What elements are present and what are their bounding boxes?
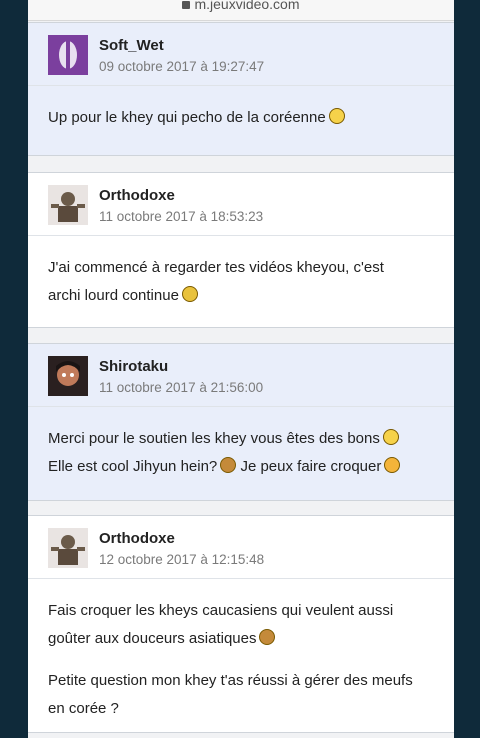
post-text-line: Up pour le khey qui pecho de la coréenne [48,109,326,126]
nerd-smiley-icon [181,286,198,302]
post-header: Soft_Wet 09 octobre 2017 à 19:27:47 [28,23,454,86]
sunglasses-smiley-icon [220,457,237,473]
avatar[interactable] [48,356,88,396]
url-bar[interactable]: m.jeuxvideo.com [28,0,454,21]
forum-post: Shirotaku 11 octobre 2017 à 21:56:00 Mer… [28,343,454,501]
post-date[interactable]: 11 octobre 2017 à 18:53:23 [99,209,263,224]
lock-icon [182,1,191,10]
smiley-icon [382,429,399,445]
post-text-line: archi lourd continue [48,287,179,304]
forum-page: m.jeuxvideo.com Soft_Wet 09 octobre 2017… [28,0,454,738]
avatar[interactable] [48,35,88,75]
post-text-line: en corée ? [48,700,119,717]
post-text-line: Merci pour le soutien les khey vous êtes… [48,430,380,447]
post-author[interactable]: Soft_Wet [99,37,164,54]
post-text-line: J'ai commencé à regarder tes vidéos khey… [48,259,384,276]
sunglasses-smiley-icon [259,629,276,645]
wink-smiley-icon [384,457,401,473]
post-date[interactable]: 12 octobre 2017 à 12:15:48 [99,552,264,567]
avatar-image-icon [48,528,88,568]
post-author[interactable]: Shirotaku [99,358,168,375]
post-text-line: goûter aux douceurs asiatiques [48,630,257,647]
post-header: Orthodoxe 11 octobre 2017 à 18:53:23 [28,173,454,236]
avatar-image-icon [48,356,88,396]
post-text-line: Elle est cool Jihyun hein? [48,458,218,475]
post-body: J'ai commencé à regarder tes vidéos khey… [28,236,454,328]
post-body: Up pour le khey qui pecho de la coréenne [28,86,454,150]
post-text-line: Petite question mon khey t'as réussi à g… [48,672,413,689]
post-text-line: Je peux faire croquer [240,458,382,475]
forum-post: Soft_Wet 09 octobre 2017 à 19:27:47 Up p… [28,22,454,156]
post-date[interactable]: 11 octobre 2017 à 21:56:00 [99,380,263,395]
post-header: Shirotaku 11 octobre 2017 à 21:56:00 [28,344,454,407]
post-date[interactable]: 09 octobre 2017 à 19:27:47 [99,59,264,74]
post-header: Orthodoxe 12 octobre 2017 à 12:15:48 [28,516,454,579]
post-body: Merci pour le soutien les khey vous êtes… [28,407,454,499]
smiley-icon [328,108,345,124]
url-text: m.jeuxvideo.com [194,0,300,12]
post-author[interactable]: Orthodoxe [99,530,175,547]
post-text-line: Fais croquer les kheys caucasiens qui ve… [48,602,394,619]
avatar-image-icon [48,185,88,225]
post-body: Fais croquer les kheys caucasiens qui ve… [28,579,454,738]
forum-post: Orthodoxe 11 octobre 2017 à 18:53:23 J'a… [28,172,454,328]
forum-post: Orthodoxe 12 octobre 2017 à 12:15:48 Fai… [28,515,454,733]
avatar-image-icon [48,35,88,75]
avatar[interactable] [48,528,88,568]
post-author[interactable]: Orthodoxe [99,187,175,204]
avatar[interactable] [48,185,88,225]
